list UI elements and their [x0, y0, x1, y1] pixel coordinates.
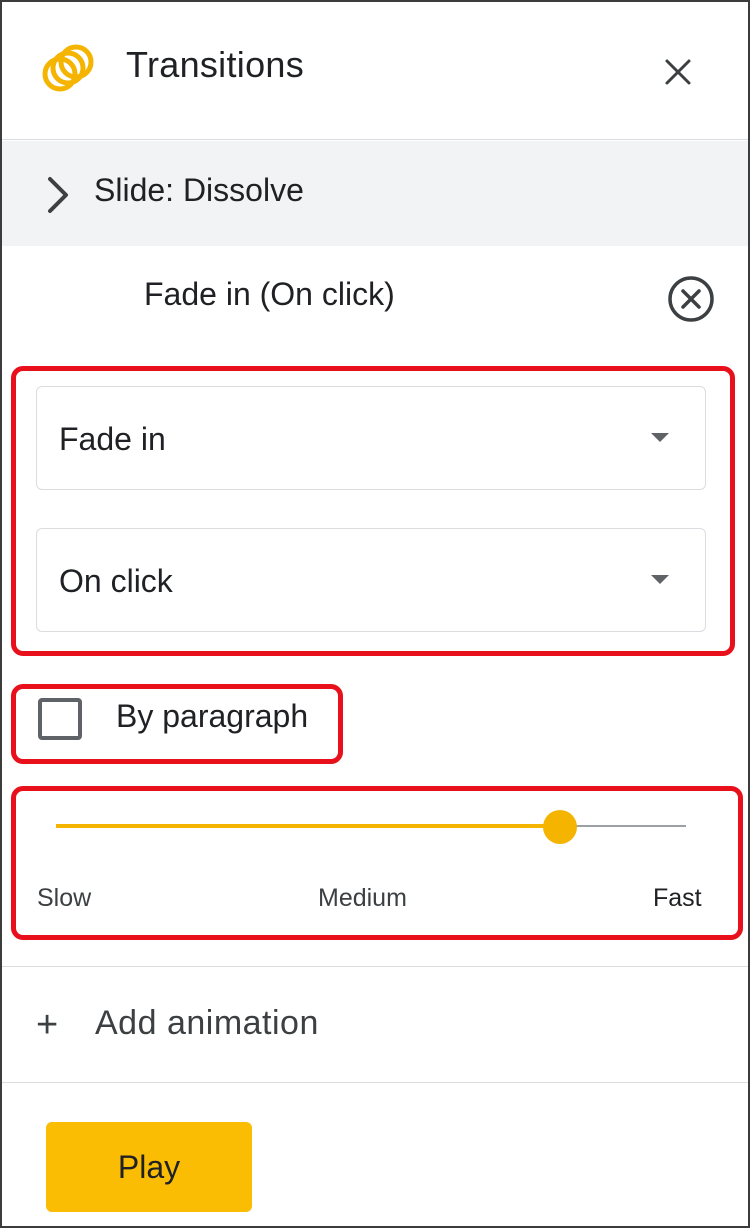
panel-header: [2, 2, 748, 140]
chevron-right-icon: [48, 177, 68, 213]
circle-close-icon[interactable]: [666, 274, 716, 324]
slide-transition-label: Slide: Dissolve: [94, 172, 304, 208]
highlight-box: [11, 684, 343, 764]
divider: [2, 966, 748, 967]
add-animation-button[interactable]: + Add animation: [2, 968, 748, 1082]
close-icon[interactable]: [654, 48, 702, 96]
highlight-box: [11, 786, 743, 940]
panel-title: Transitions: [126, 44, 305, 85]
transitions-icon: [42, 44, 94, 92]
animation-title: Fade in (On click): [144, 276, 395, 312]
divider: [2, 1082, 748, 1083]
highlight-box: [11, 366, 735, 656]
add-animation-label: Add animation: [95, 1004, 319, 1042]
plus-icon: +: [36, 1004, 59, 1046]
play-button[interactable]: Play: [46, 1122, 252, 1212]
